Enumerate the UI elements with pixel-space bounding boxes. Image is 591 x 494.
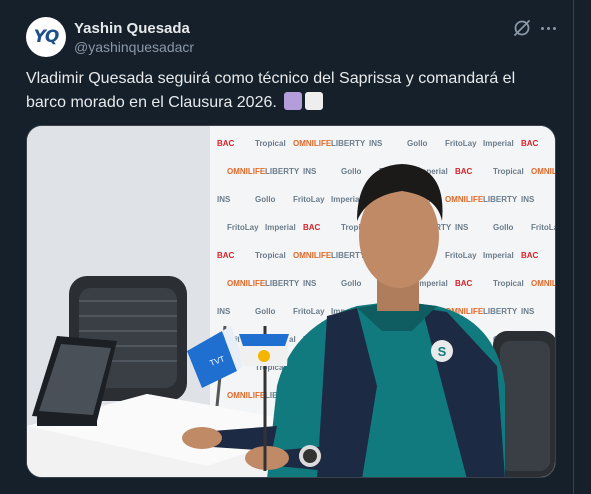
sponsor-logo: FritoLay [293,195,325,204]
sponsor-logo: Imperial [331,195,362,204]
sponsor-logo: OMNILIFE [293,139,332,148]
grok-icon[interactable] [512,18,532,38]
sponsor-logo: BAC [455,279,473,288]
sponsor-logo: BAC [217,139,235,148]
sponsor-logo: LIBERTY [483,195,518,204]
sponsor-logo: FritoLay [293,307,325,316]
author-name[interactable]: Yashin Quesada [74,20,190,37]
sponsor-logo: Gollo [341,167,362,176]
sponsor-logo: Tropical [255,251,286,260]
sponsor-logo: LIBERTY [265,167,300,176]
sponsor-logo: LIBERTY [265,279,300,288]
sponsor-logo: Tropical [255,139,286,148]
sponsor-logo: LIBERTY [331,251,366,260]
sponsor-logo: Gollo [407,139,428,148]
sponsor-logo: INS [521,195,535,204]
sponsor-logo: BAC [521,251,539,260]
sponsor-logo: BAC [521,139,539,148]
sponsor-logo: OMNILIFE [227,279,266,288]
sponsor-logo: Imperial [265,223,296,232]
tweet-card[interactable]: YQ Yashin Quesada @yashinquesadacr Vladi… [0,0,574,494]
author-handle[interactable]: @yashinquesadacr [74,39,194,55]
sponsor-logo: FritoLay [445,251,477,260]
svg-text:S: S [438,344,447,359]
sponsor-logo: BAC [455,167,473,176]
sponsor-logo: FritoLay [531,223,556,232]
sponsor-logo: Gollo [255,195,276,204]
sponsor-logo: INS [303,167,317,176]
sponsor-logo: INS [217,195,231,204]
tweet-photo[interactable]: BAC Tropical OMNILIFE LIBERTY INS Gollo FritoL… [26,125,556,478]
sponsor-logo: OMNILIFE [531,167,556,176]
scrollbar[interactable] [574,0,591,494]
sponsor-logo: Imperial [483,251,514,260]
sponsor-logo: Gollo [255,307,276,316]
sponsor-logo: OMNILIFE [531,279,556,288]
sponsor-logo: OMNILIFE [445,195,484,204]
sponsor-logo: BAC [217,251,235,260]
sponsor-logo: INS [369,139,383,148]
sponsor-logo: Imperial [483,139,514,148]
sponsor-logo: Gollo [493,223,514,232]
tweet-body: Vladimir Quesada seguirá como técnico de… [26,70,516,111]
tweet-text: Vladimir Quesada seguirá como técnico de… [26,67,546,115]
sponsor-logo: INS [455,223,469,232]
sponsor-logo: OMNILIFE [227,167,266,176]
sponsor-logo: LIBERTY [331,139,366,148]
sponsor-logo: OMNILIFE [227,391,266,400]
sponsor-logo: Tropical [493,167,524,176]
sponsor-logo: INS [303,279,317,288]
more-icon[interactable] [538,18,558,38]
purple-square-emoji [284,92,303,110]
sponsor-logo: INS [521,307,535,316]
white-square-emoji [305,92,324,110]
sponsor-logo: OMNILIFE [293,251,332,260]
sponsor-logo: LIBERTY [483,307,518,316]
avatar[interactable]: YQ [26,17,66,57]
sponsor-logo: FritoLay [445,139,477,148]
sponsor-logo: INS [217,307,231,316]
sponsor-logo: FritoLay [227,223,259,232]
sponsor-logo: Gollo [341,279,362,288]
sponsor-logo: BAC [303,223,321,232]
sponsor-logo: Tropical [493,279,524,288]
sponsor-logo: Imperial [417,279,448,288]
avatar-text: YQ [33,27,60,47]
